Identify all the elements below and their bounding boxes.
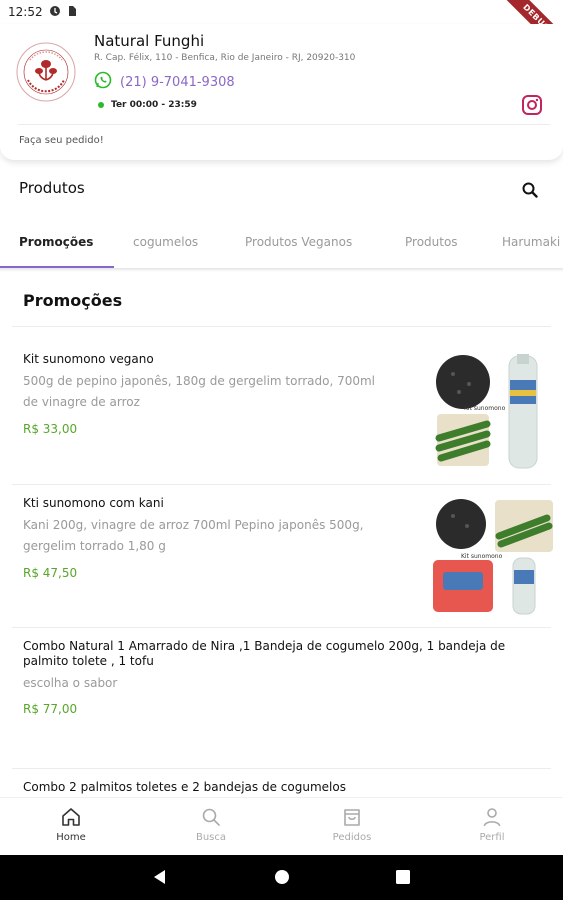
nav-home[interactable]: Home: [26, 806, 116, 843]
whatsapp-link[interactable]: (21) 9-7041-9308: [94, 71, 235, 93]
open-status-dot: [98, 102, 104, 108]
store-logo: [14, 40, 78, 104]
search-icon: [202, 808, 220, 826]
product-item[interactable]: Combo 2 palmitos toletes e 2 bandejas de…: [12, 769, 551, 797]
product-price: R$ 77,00: [23, 702, 78, 716]
product-name: Kti sunomono com kani: [23, 496, 164, 510]
product-image: Kit sunomono: [433, 498, 555, 616]
product-name-line: palmito tolete , 1 tofu: [23, 654, 154, 668]
tab-harumaki[interactable]: Harumaki: [502, 235, 560, 249]
tab-produtos[interactable]: Produtos: [405, 235, 458, 249]
product-name-line: Combo Natural 1 Amarrado de Nira ,1 Band…: [23, 639, 506, 653]
products-title: Produtos: [19, 179, 85, 197]
back-icon: [154, 870, 165, 884]
notification-icon: [49, 5, 61, 20]
bottom-navigation: Home Busca Pedidos Perfil: [0, 797, 563, 855]
tab-cogumelos[interactable]: cogumelos: [133, 235, 198, 249]
home-system-button[interactable]: [274, 869, 290, 889]
product-description-line: escolha o sabor: [23, 676, 118, 690]
product-item[interactable]: Combo Natural 1 Amarrado de Nira ,1 Band…: [12, 628, 551, 769]
instagram-icon: [522, 95, 542, 115]
back-button[interactable]: [152, 869, 168, 889]
nav-busca-label: Busca: [195, 832, 227, 843]
instagram-button[interactable]: [521, 94, 543, 116]
product-description-line: gergelim torrado 1,80 g: [23, 539, 166, 553]
circle-home-icon: [275, 870, 289, 884]
home-icon: [62, 808, 80, 826]
product-item[interactable]: Kti sunomono com kani Kani 200g, vinagre…: [12, 485, 555, 628]
category-tabs: Promoções cogumelos Produtos Veganos Pro…: [0, 222, 563, 268]
store-phone: (21) 9-7041-9308: [120, 74, 235, 90]
sim-card-icon: [67, 5, 77, 20]
nav-pedidos[interactable]: Pedidos: [307, 806, 397, 843]
search-icon: [522, 182, 538, 198]
recents-icon: [396, 870, 410, 884]
nav-busca[interactable]: Busca: [166, 806, 256, 843]
status-bar: 12:52: [0, 0, 563, 24]
store-hours-text: Ter 00:00 - 23:59: [111, 100, 197, 110]
product-image-label: Kit sunomono: [464, 405, 506, 412]
status-time: 12:52: [8, 5, 43, 19]
product-item[interactable]: Kit sunomono vegano 500g de pepino japon…: [12, 327, 555, 485]
product-image-label: Kit sunomono: [461, 553, 503, 560]
store-hours: Ter 00:00 - 23:59: [98, 100, 197, 110]
product-price: R$ 33,00: [23, 422, 78, 436]
nav-pedidos-label: Pedidos: [332, 832, 372, 843]
store-name: Natural Funghi: [94, 32, 205, 50]
recents-button[interactable]: [395, 869, 411, 889]
product-image: Kit sunomono: [433, 354, 555, 472]
nav-home-label: Home: [56, 832, 86, 843]
whatsapp-icon: [94, 71, 112, 93]
product-name: Combo 2 palmitos toletes e 2 bandejas de…: [23, 780, 346, 794]
bag-icon: [344, 809, 360, 826]
system-navigation-bar: [0, 855, 563, 900]
product-price: R$ 47,50: [23, 566, 78, 580]
product-search-button[interactable]: [520, 180, 540, 200]
person-icon: [483, 808, 501, 827]
tab-promocoes[interactable]: Promoções: [19, 235, 93, 249]
product-name: Kit sunomono vegano: [23, 352, 154, 366]
product-description-line: Kani 200g, vinagre de arroz 700ml Pepino…: [23, 518, 364, 532]
product-description-line: de vinagre de arroz: [23, 395, 140, 409]
product-description-line: 500g de pepino japonês, 180g de gergelim…: [23, 374, 375, 388]
nav-perfil-label: Perfil: [479, 832, 505, 843]
tabs-shadow: [0, 268, 563, 272]
section-title: Promoções: [23, 291, 123, 310]
store-header: Natural Funghi R. Cap. Félix, 110 - Benf…: [0, 24, 563, 160]
tab-produtos-veganos[interactable]: Produtos Veganos: [245, 235, 352, 249]
nav-perfil[interactable]: Perfil: [447, 806, 537, 843]
store-address: R. Cap. Félix, 110 - Benfica, Rio de Jan…: [94, 53, 356, 63]
order-prompt: Faça seu pedido!: [19, 135, 104, 146]
header-divider: [18, 124, 550, 125]
